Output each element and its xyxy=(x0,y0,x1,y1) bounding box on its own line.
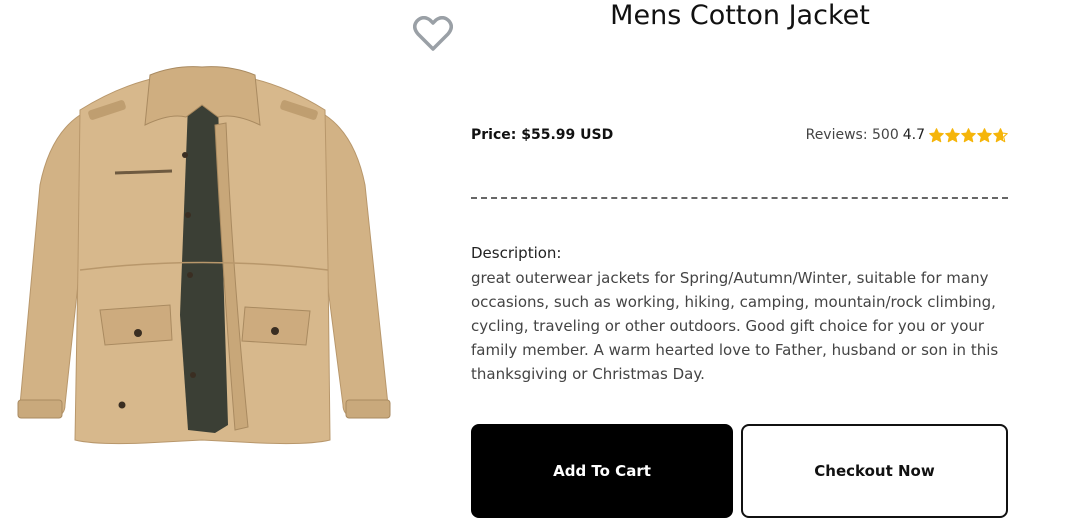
reviews-summary: Reviews: 500 4.7 xyxy=(806,124,1008,146)
jacket-illustration xyxy=(17,66,391,445)
heart-outline-icon[interactable] xyxy=(413,16,453,52)
star-icon xyxy=(929,127,944,142)
description-text: great outerwear jackets for Spring/Autum… xyxy=(471,269,999,383)
star-icon xyxy=(993,127,1008,142)
price-row: Price: $55.99 USD Reviews: 500 4.7 xyxy=(471,124,1008,148)
add-to-cart-button[interactable]: Add To Cart xyxy=(471,424,733,518)
product-title: Mens Cotton Jacket xyxy=(610,0,870,31)
product-image xyxy=(10,65,395,450)
star-icon xyxy=(945,127,960,142)
rating-value: 4.7 xyxy=(902,127,925,143)
star-icon xyxy=(977,127,992,142)
star-rating xyxy=(929,127,1008,143)
checkout-button[interactable]: Checkout Now xyxy=(741,424,1008,518)
description-label: Description: xyxy=(471,244,562,262)
star-icon xyxy=(961,127,976,142)
product-page: Mens Cotton Jacket Price: $55.99 USD Rev… xyxy=(0,0,1079,529)
price-label: Price: $55.99 USD xyxy=(471,127,614,143)
divider xyxy=(471,197,1008,199)
reviews-count: Reviews: 500 xyxy=(805,127,899,143)
